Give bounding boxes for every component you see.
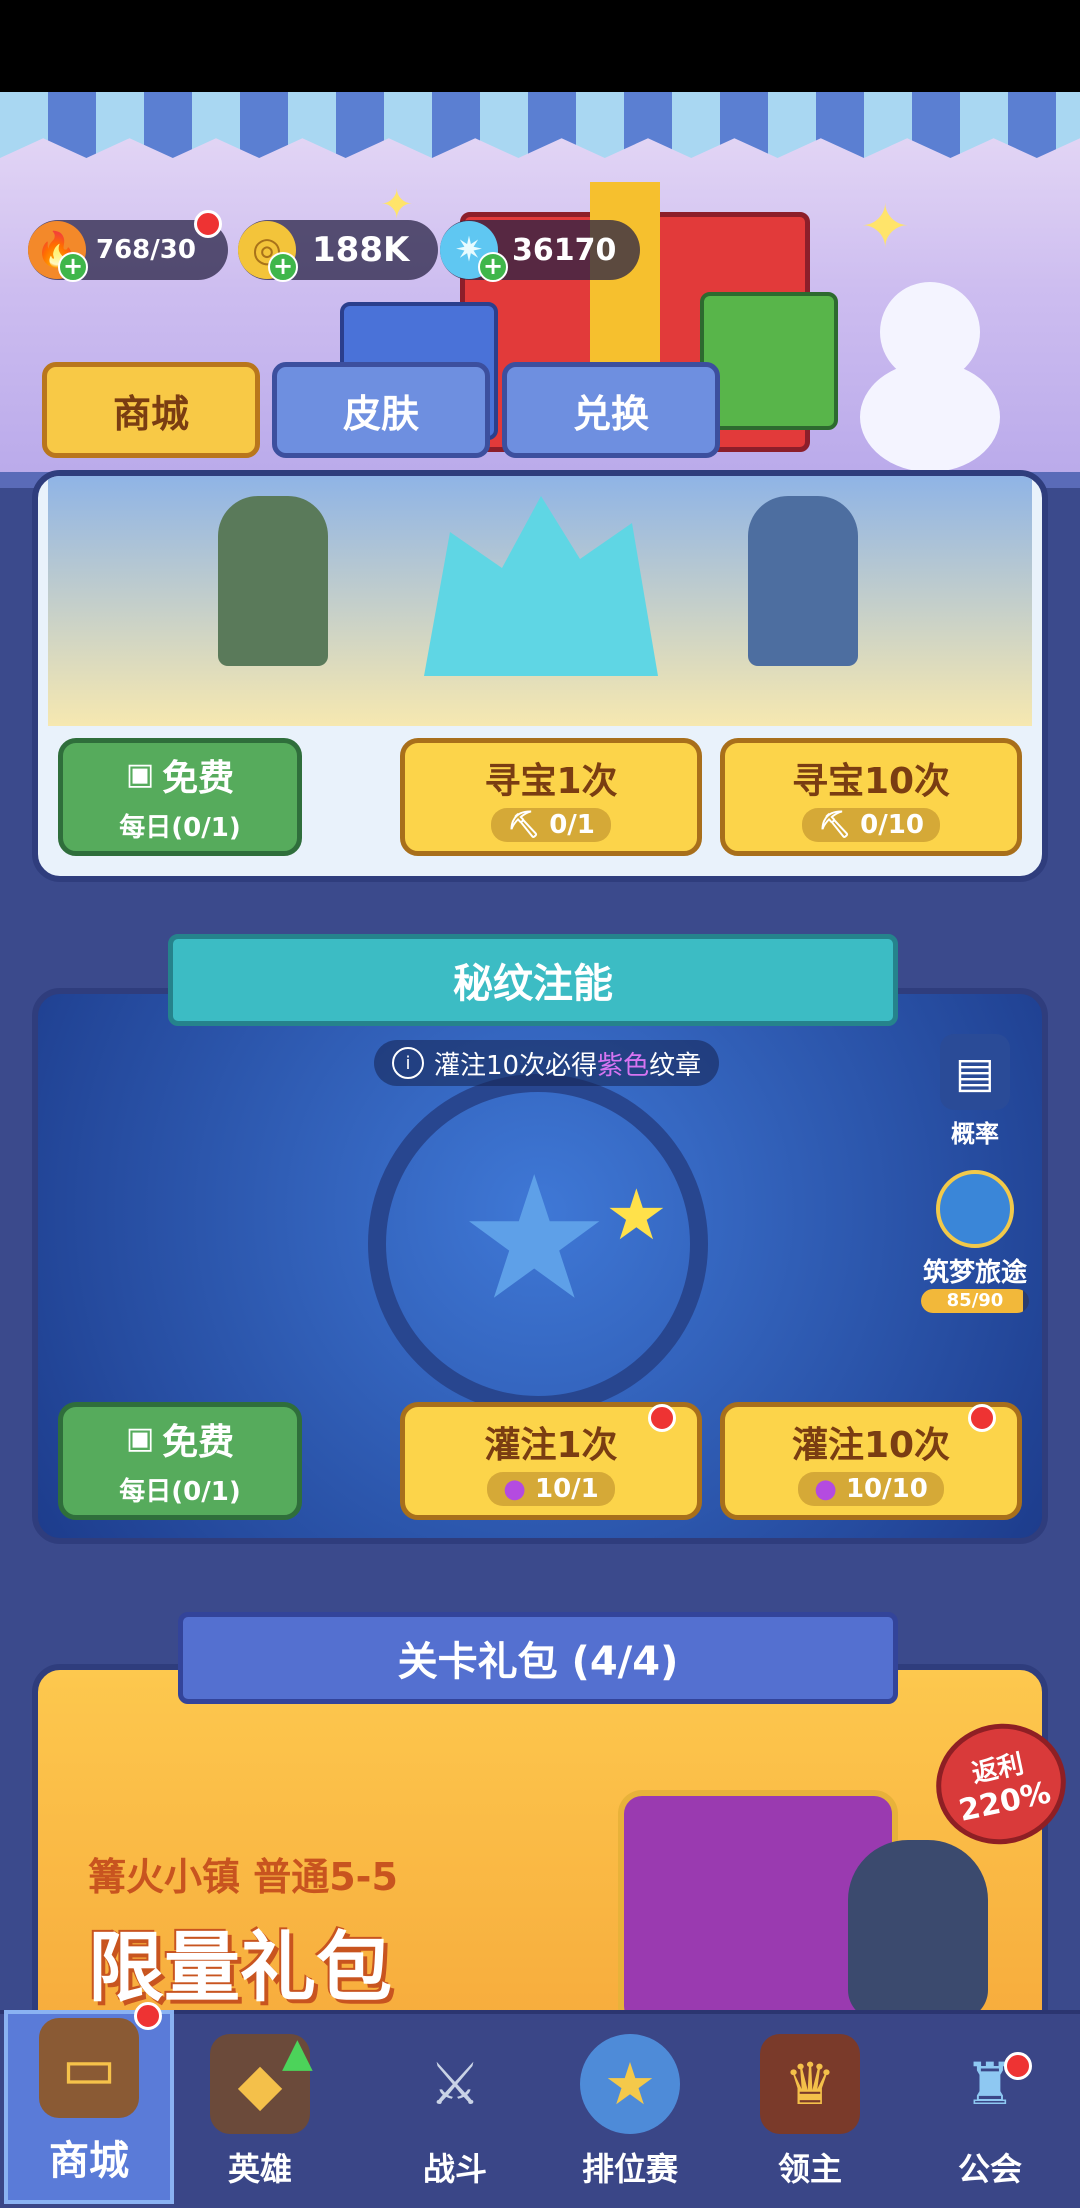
nav-ranked-label: 排位赛 (581, 2150, 678, 2188)
purple-orb-icon: ● (503, 1474, 526, 1504)
notice-highlight: 紫色 (597, 1050, 650, 1081)
tab-exchange[interactable]: 兑换 (502, 362, 720, 458)
nav-lord[interactable]: ♛ 领主 (740, 2010, 880, 2204)
add-gem-button[interactable]: + (478, 252, 508, 282)
video-icon: ▣ (125, 757, 155, 792)
notification-dot (648, 1404, 676, 1432)
green-gift-illustration (700, 292, 838, 430)
nav-shop[interactable]: ▭ 商城 (4, 2010, 174, 2204)
bundle-stage: 篝火小镇 普通5-5 (88, 1855, 398, 1899)
star-rune-icon: ★ (458, 1140, 611, 1338)
snowman-body-illustration (860, 362, 1000, 472)
rebate-value: 220% (955, 1775, 1054, 1829)
nav-guild-label: 公会 (957, 2150, 1022, 2188)
miner-right-illustration (748, 496, 858, 666)
sparkle-icon: ✦ (860, 192, 911, 262)
free-label: 免费 (162, 757, 235, 799)
bundle-title-ribbon: 关卡礼包 (4/4) (178, 1612, 898, 1704)
journey-progress-bar: 85/90 (921, 1289, 1029, 1313)
nav-guild[interactable]: ♜ 公会 (920, 2010, 1060, 2204)
purple-orb-icon: ● (814, 1474, 837, 1504)
tab-exchange-label: 兑换 (572, 391, 649, 436)
treasure-ten-button[interactable]: 寻宝10次 ⛏ 0/10 (720, 738, 1022, 856)
nav-ranked[interactable]: ★ 排位赛 (560, 2010, 700, 2204)
bundle-name: 限量礼包 (88, 1923, 392, 2012)
infusion-title: 秘纹注能 (453, 961, 613, 1007)
info-icon: i (392, 1047, 424, 1079)
tab-shop[interactable]: 商城 (42, 362, 260, 458)
treasure-one-cost: 0/1 (549, 810, 595, 840)
document-icon: ▤ (940, 1034, 1010, 1110)
free-daily-count: 每日(0/1) (119, 1476, 241, 1507)
gem-value: 36170 (512, 232, 617, 268)
infusion-ten-cost: 10/10 (845, 1474, 928, 1504)
notice-text-end: 纹章 (649, 1050, 702, 1081)
glowing-star-icon: ★ (605, 1174, 668, 1256)
treasure-one-label: 寻宝1次 (484, 761, 618, 802)
infusion-one-cost: 10/1 (534, 1474, 599, 1504)
treasure-one-button[interactable]: 寻宝1次 ⛏ 0/1 (400, 738, 702, 856)
video-icon: ▣ (125, 1421, 155, 1456)
pickaxe-icon: ⛏ (818, 810, 852, 840)
treasure-ten-label: 寻宝10次 (791, 761, 951, 802)
penguin-illustration (848, 1840, 988, 2020)
upgrade-arrow-icon: ▲ (282, 2030, 313, 2076)
treasure-free-button[interactable]: ▣ 免费 每日(0/1) (58, 738, 302, 856)
notification-dot (134, 2002, 162, 2030)
notification-dot (194, 210, 222, 238)
stamina-value: 768/30 (96, 235, 196, 265)
infusion-free-button[interactable]: ▣ 免费 每日(0/1) (58, 1402, 302, 1520)
nav-lord-label: 领主 (777, 2150, 842, 2188)
treasure-ten-cost: 0/10 (860, 810, 924, 840)
infusion-ten-label: 灌注10次 (791, 1425, 951, 1466)
bundle-title: 关卡礼包 (4/4) (397, 1639, 679, 1685)
nav-battle-label: 战斗 (422, 2150, 487, 2188)
free-label: 免费 (162, 1421, 235, 1463)
crown-banner-icon: ♛ (760, 2034, 860, 2134)
free-daily-count: 每日(0/1) (119, 812, 241, 843)
pickaxe-cost: ⛏ 0/1 (491, 808, 611, 842)
orb-cost: ● 10/10 (798, 1472, 944, 1506)
infusion-title-ribbon: 秘纹注能 (168, 934, 898, 1026)
crossed-swords-icon: ⚔ (429, 2050, 481, 2118)
tab-skins-label: 皮肤 (342, 391, 419, 436)
guild-castle-icon: ♜ (964, 2050, 1016, 2118)
tab-skins[interactable]: 皮肤 (272, 362, 490, 458)
notification-dot (1004, 2052, 1032, 2080)
add-gold-button[interactable]: + (268, 252, 298, 282)
gold-value: 188K (312, 230, 410, 270)
rate-button[interactable]: ▤ 概率 (930, 1034, 1020, 1149)
shop-chest-icon: ▭ (39, 2018, 139, 2118)
journey-button[interactable]: 筑梦旅途 85/90 (912, 1170, 1038, 1313)
journey-label: 筑梦旅途 (922, 1258, 1027, 1288)
rate-label: 概率 (951, 1120, 999, 1148)
nav-shop-label: 商城 (49, 2138, 129, 2184)
infusion-one-label: 灌注1次 (484, 1425, 618, 1466)
globe-icon (936, 1170, 1014, 1248)
journey-progress-text: 85/90 (946, 1290, 1004, 1311)
miner-left-illustration (218, 496, 328, 666)
status-bar (0, 0, 1080, 92)
infusion-notice: i 灌注10次必得 紫色 纹章 (374, 1040, 720, 1086)
notification-dot (968, 1404, 996, 1432)
notice-text: 灌注10次必得 (434, 1050, 598, 1081)
star-shield-icon: ★ (580, 2034, 680, 2134)
orb-cost: ● 10/1 (487, 1472, 615, 1506)
add-stamina-button[interactable]: + (58, 252, 88, 282)
pickaxe-cost: ⛏ 0/10 (802, 808, 940, 842)
nav-heroes-label: 英雄 (227, 2150, 292, 2188)
pickaxe-icon: ⛏ (507, 810, 541, 840)
tab-shop-label: 商城 (112, 391, 189, 436)
nav-battle[interactable]: ⚔ 战斗 (385, 2010, 525, 2204)
gem-counter[interactable]: ✷ 36170 (440, 220, 640, 280)
